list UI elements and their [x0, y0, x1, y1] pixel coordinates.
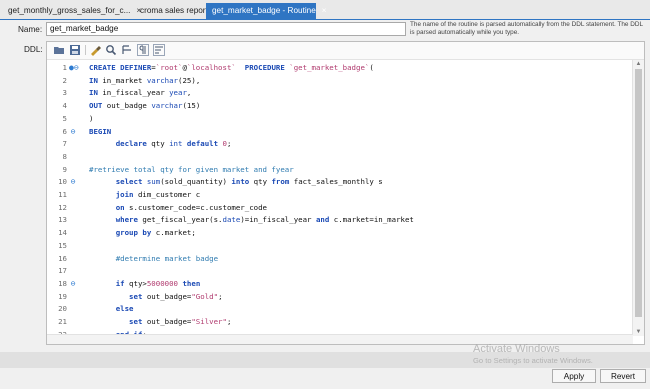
word-wrap-icon[interactable]: [121, 44, 133, 56]
line-number: 8: [62, 151, 67, 161]
close-icon[interactable]: ×: [322, 6, 327, 15]
tab-label: croma sales report: [140, 6, 208, 15]
name-hint-text: The name of the routine is parsed automa…: [410, 21, 643, 36]
code-text: #determine market badge: [115, 253, 219, 263]
code-line[interactable]: 20 else: [47, 303, 633, 316]
code-text: set out_badge="Silver";: [129, 317, 232, 326]
fold-marker-icon[interactable]: ⊖: [69, 278, 77, 291]
code-text: where get_fiscal_year(s.date)=in_fiscal_…: [115, 215, 414, 225]
watermark-subtitle: Go to Settings to activate Windows.: [473, 356, 593, 365]
line-number: 7: [62, 139, 67, 149]
watermark-title: Activate Windows: [473, 343, 560, 355]
vertical-scrollbar[interactable]: ▲ ▼: [632, 60, 644, 336]
revert-button[interactable]: Revert: [600, 369, 646, 383]
code-text: BEGIN: [89, 126, 112, 136]
fold-marker-icon[interactable]: ⊖: [69, 126, 77, 139]
tab-get-market-badge-routine[interactable]: get_market_badge - Routine ×: [206, 3, 326, 19]
ddl-label: DDL:: [24, 45, 43, 54]
line-number: 10: [58, 177, 67, 187]
toolbar-separator: [85, 45, 86, 55]
code-line[interactable]: 7 declare qty int default 0;: [47, 138, 633, 151]
scroll-up-arrow-icon[interactable]: ▲: [633, 60, 644, 68]
activate-windows-watermark: Activate Windows Go to Settings to activ…: [473, 343, 593, 366]
code-text: join dim_customer c: [115, 190, 201, 199]
code-line[interactable]: 21 set out_badge="Silver";: [47, 316, 633, 329]
save-icon[interactable]: [69, 44, 81, 56]
tab-get-monthly-gross-sales[interactable]: get_monthly_gross_sales_for_c... ×: [2, 3, 141, 19]
invisible-chars-icon[interactable]: [137, 44, 149, 56]
code-text: select sum(sold_quantity) into qty from …: [115, 177, 383, 187]
line-number: 21: [58, 317, 67, 326]
code-line[interactable]: 3 IN in_fiscal_year year,: [47, 87, 633, 100]
code-line[interactable]: 15: [47, 240, 633, 253]
line-number: 9: [62, 164, 67, 174]
code-text: else: [115, 304, 134, 314]
line-number: 14: [58, 228, 67, 238]
line-number: 11: [58, 190, 67, 199]
find-icon[interactable]: [105, 44, 117, 56]
line-number: 19: [58, 291, 67, 301]
line-number: 6: [62, 126, 67, 136]
code-text: declare qty int default 0;: [115, 139, 232, 149]
code-line[interactable]: 1 ●⊖ CREATE DEFINER=`root`@`localhost` PRO…: [47, 62, 633, 75]
code-text: IN in_market varchar(25),: [89, 75, 201, 85]
code-text: #retrieve total qty for given market and…: [89, 164, 294, 174]
code-line[interactable]: 2 IN in_market varchar(25),: [47, 75, 633, 88]
code-line[interactable]: 16 #determine market badge: [47, 253, 633, 266]
fold-marker-icon[interactable]: ⊖: [69, 176, 77, 189]
code-line[interactable]: 17: [47, 265, 633, 278]
code-line[interactable]: 8: [47, 151, 633, 164]
code-line[interactable]: 13 where get_fiscal_year(s.date)=in_fisc…: [47, 214, 633, 227]
code-text: CREATE DEFINER=`root`@`localhost` PROCED…: [89, 63, 374, 72]
code-text: IN in_fiscal_year year,: [89, 88, 192, 98]
line-number: 15: [58, 240, 67, 250]
code-text: if qty>5000000 then: [115, 278, 201, 288]
code-line[interactable]: 4 OUT out_badge varchar(15): [47, 100, 633, 113]
code-line[interactable]: 9 #retrieve total qty for given market an…: [47, 164, 633, 177]
line-number: 18: [58, 278, 67, 288]
tab-croma-sales-report[interactable]: croma sales report×: [134, 3, 218, 19]
routine-name-input[interactable]: get_market_badge: [46, 22, 406, 36]
line-number: 13: [58, 215, 67, 225]
wrap-lines-icon[interactable]: [153, 44, 165, 56]
line-number: 1: [62, 63, 67, 72]
code-text: set out_badge="Gold";: [129, 291, 223, 301]
code-line[interactable]: 11 join dim_customer c: [47, 189, 633, 202]
code-line[interactable]: 12 on s.customer_code=c.customer_code: [47, 202, 633, 215]
code-text: group by c.market;: [115, 228, 196, 238]
code-line[interactable]: 6 ⊖ BEGIN: [47, 126, 633, 139]
tab-label: get_monthly_gross_sales_for_c...: [8, 6, 131, 15]
line-number: 17: [58, 266, 67, 276]
scrollbar-thumb[interactable]: [635, 69, 642, 317]
ddl-editor[interactable]: 1 ●⊖ CREATE DEFINER=`root`@`localhost` PRO…: [46, 41, 645, 345]
line-number: 2: [62, 75, 67, 85]
line-number: 20: [58, 304, 67, 314]
folder-open-icon[interactable]: [53, 44, 65, 56]
code-text: on s.customer_code=c.customer_code: [115, 202, 267, 212]
code-area[interactable]: 1 ●⊖ CREATE DEFINER=`root`@`localhost` PRO…: [47, 60, 633, 336]
fold-marker-icon[interactable]: ●⊖: [69, 62, 79, 75]
code-text: ): [89, 113, 94, 123]
apply-button[interactable]: Apply: [552, 369, 596, 383]
line-number: 3: [62, 88, 67, 98]
beautify-brush-icon[interactable]: [89, 44, 101, 56]
line-number: 12: [58, 202, 67, 212]
code-line[interactable]: 5): [47, 113, 633, 126]
name-label: Name:: [18, 25, 43, 34]
line-number: 5: [62, 113, 67, 123]
line-number: 16: [58, 253, 67, 263]
scroll-down-arrow-icon[interactable]: ▼: [633, 328, 644, 336]
code-line[interactable]: 14 group by c.market;: [47, 227, 633, 240]
tab-bar: get_monthly_gross_sales_for_c... × croma …: [0, 0, 650, 20]
code-text: OUT out_badge varchar(15): [89, 101, 201, 111]
editor-toolbar: [47, 42, 644, 60]
code-line[interactable]: 18 ⊖ if qty>5000000 then: [47, 278, 633, 291]
tab-label: get_market_badge - Routine: [212, 6, 316, 15]
code-line[interactable]: 10 ⊖ select sum(sold_quantity) into qty f…: [47, 176, 633, 189]
code-line[interactable]: 19 set out_badge="Gold";: [47, 291, 633, 304]
line-number: 4: [62, 101, 67, 111]
